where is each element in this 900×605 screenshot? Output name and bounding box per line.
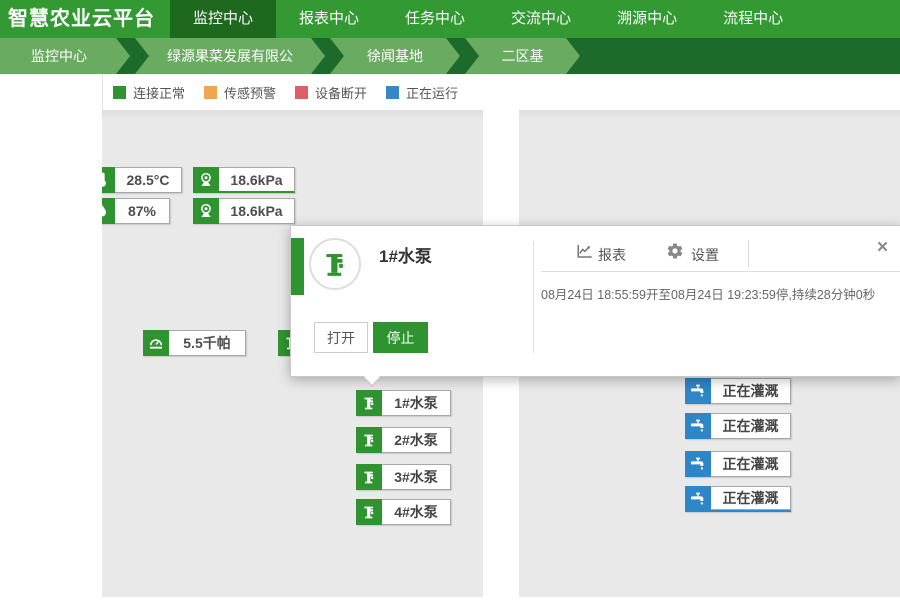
irrigation-label: 正在灌溉 — [711, 413, 791, 439]
gauge-icon — [143, 330, 169, 356]
humidity-sensor-tag[interactable]: 87% — [102, 198, 170, 224]
faucet-icon — [685, 378, 711, 404]
pressure-sensor-tag-1[interactable]: 18.6kPa — [193, 167, 295, 193]
faucet-icon — [685, 413, 711, 439]
nav-item-process-center[interactable]: 流程中心 — [700, 0, 806, 38]
irrigation-label: 正在灌溉 — [711, 451, 791, 477]
pressure-value-2: 18.6kPa — [219, 198, 295, 224]
irrigation-tag-1[interactable]: 正在灌溉 — [685, 378, 791, 404]
pump-icon — [356, 427, 382, 453]
pump-icon — [356, 499, 382, 525]
breadcrumb-item-zone[interactable]: 二区基地 — [465, 38, 580, 74]
pump-icon — [356, 390, 382, 416]
open-button[interactable]: 打开 — [314, 322, 368, 353]
top-navbar: 智慧农业云平台 监控中心 报表中心 任务中心 交流中心 溯源中心 流程中心 — [0, 0, 900, 38]
pump-tag-4[interactable]: 4#水泵 — [356, 499, 451, 525]
irrigation-tag-2[interactable]: 正在灌溉 — [685, 413, 791, 439]
kilopascal-gauge-tag[interactable]: 5.5千帕 — [143, 330, 246, 356]
pump-detail-popup: 1#水泵 打开 停止 报表 设置 × 08月24日 18:55:59开至08月2… — [290, 225, 900, 377]
close-icon[interactable]: × — [877, 238, 888, 257]
popup-title: 1#水泵 — [379, 242, 432, 267]
irrigation-label: 正在灌溉 — [711, 486, 791, 510]
legend-item-connected: 连接正常 — [113, 83, 185, 102]
legend-swatch-green — [113, 86, 126, 99]
irrigation-tag-4[interactable]: 正在灌溉 — [685, 486, 791, 512]
pump-run-status-text: 08月24日 18:55:59开至08月24日 19:23:59停,持续28分钟… — [541, 284, 875, 303]
legend-item-running: 正在运行 — [386, 83, 458, 102]
temperature-sensor-tag[interactable]: 28.5°C — [102, 167, 182, 193]
popup-vertical-divider — [533, 241, 534, 353]
pressure-sensor-icon — [193, 167, 219, 193]
faucet-icon — [685, 451, 711, 477]
stop-button[interactable]: 停止 — [373, 322, 428, 353]
temperature-value: 28.5°C — [115, 167, 182, 193]
nav-item-traceability-center[interactable]: 溯源中心 — [594, 0, 700, 38]
pressure-sensor-tag-2[interactable]: 18.6kPa — [193, 198, 295, 224]
page: 智慧农业云平台 监控中心 报表中心 任务中心 交流中心 溯源中心 流程中心 监控… — [0, 0, 900, 605]
pump-tag-2[interactable]: 2#水泵 — [356, 427, 451, 453]
pump-label: 2#水泵 — [382, 427, 451, 453]
legend-swatch-orange — [204, 86, 217, 99]
nav-item-report-center[interactable]: 报表中心 — [276, 0, 382, 38]
pressure-value-1: 18.6kPa — [219, 167, 295, 193]
pump-tag-1[interactable]: 1#水泵 — [356, 390, 451, 416]
faucet-icon — [685, 486, 711, 512]
popup-actions-divider — [748, 240, 749, 267]
gear-icon[interactable] — [666, 242, 684, 265]
nav-item-monitor-center[interactable]: 监控中心 — [170, 0, 276, 38]
humidity-value: 87% — [115, 198, 170, 224]
app-title: 智慧农业云平台 — [0, 0, 170, 38]
gauge-value: 5.5千帕 — [169, 330, 246, 356]
report-chart-icon[interactable] — [576, 242, 594, 265]
status-legend: 连接正常 传感预警 设备断开 正在运行 — [102, 74, 900, 110]
nav-item-communication-center[interactable]: 交流中心 — [488, 0, 594, 38]
report-button[interactable]: 报表 — [598, 245, 626, 265]
legend-swatch-red — [295, 86, 308, 99]
pump-avatar — [309, 238, 361, 290]
legend-item-disconnected: 设备断开 — [295, 83, 367, 102]
temperature-icon — [102, 167, 115, 193]
breadcrumb-item-base[interactable]: 徐闻基地 — [330, 38, 460, 74]
breadcrumb-item-monitor[interactable]: 监控中心 — [0, 38, 130, 74]
pump-label: 1#水泵 — [382, 390, 451, 416]
irrigation-label: 正在灌溉 — [711, 378, 791, 404]
pressure-sensor-icon — [193, 198, 219, 224]
legend-swatch-blue — [386, 86, 399, 99]
pump-icon — [356, 464, 382, 490]
nav-item-task-center[interactable]: 任务中心 — [382, 0, 488, 38]
breadcrumb: 监控中心 绿源果菜发展有限公司 徐闻基地 二区基地 — [0, 38, 900, 74]
breadcrumb-item-company[interactable]: 绿源果菜发展有限公司 — [135, 38, 325, 74]
pump-label: 4#水泵 — [382, 499, 451, 525]
humidity-icon — [102, 198, 115, 224]
pump-label: 3#水泵 — [382, 464, 451, 490]
legend-item-sensor-warning: 传感预警 — [204, 83, 276, 102]
pump-tag-3[interactable]: 3#水泵 — [356, 464, 451, 490]
irrigation-tag-3[interactable]: 正在灌溉 — [685, 451, 791, 477]
settings-button[interactable]: 设置 — [691, 245, 719, 265]
popup-horizontal-divider — [541, 271, 900, 272]
popup-accent-bar — [291, 238, 304, 295]
